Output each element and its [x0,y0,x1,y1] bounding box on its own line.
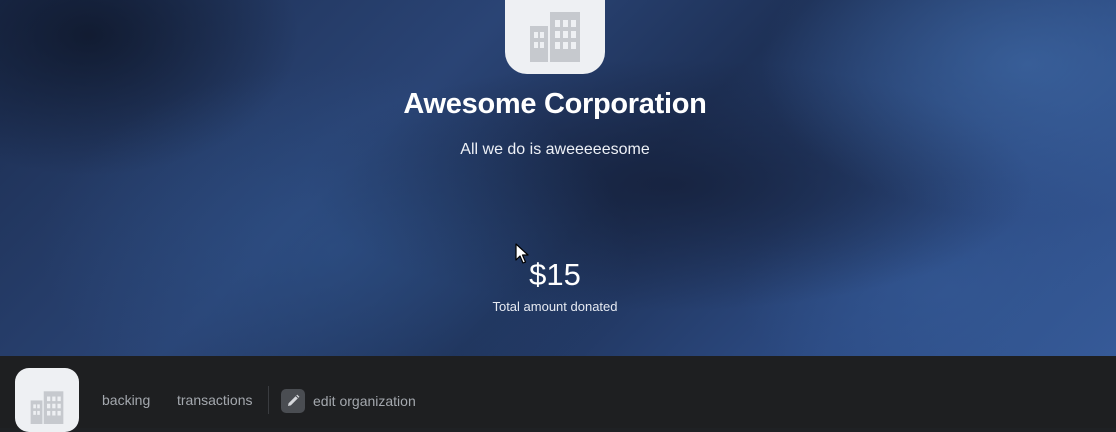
navbar-organization-logo[interactable] [15,368,79,432]
hero-banner: Awesome Corporation All we do is aweeeee… [0,0,1116,356]
organization-name: Awesome Corporation [403,88,707,120]
organization-navbar: backing transactions edit organization [0,356,1116,432]
nav-link-transactions[interactable]: transactions [177,392,252,408]
total-donated-label: Total amount donated [492,299,618,314]
edit-organization-button[interactable]: edit organization [281,388,416,413]
building-icon [530,12,580,62]
edit-icon-container [281,388,305,413]
nav-link-backing[interactable]: backing [102,392,150,408]
edit-organization-label: edit organization [313,392,416,409]
building-icon [30,391,64,424]
total-donated-amount: $15 [529,257,581,292]
organization-logo [505,0,605,74]
organization-tagline: All we do is aweeeeesome [460,141,650,158]
mouse-cursor-icon [515,243,529,264]
nav-divider [268,386,269,414]
pencil-icon [288,394,300,406]
